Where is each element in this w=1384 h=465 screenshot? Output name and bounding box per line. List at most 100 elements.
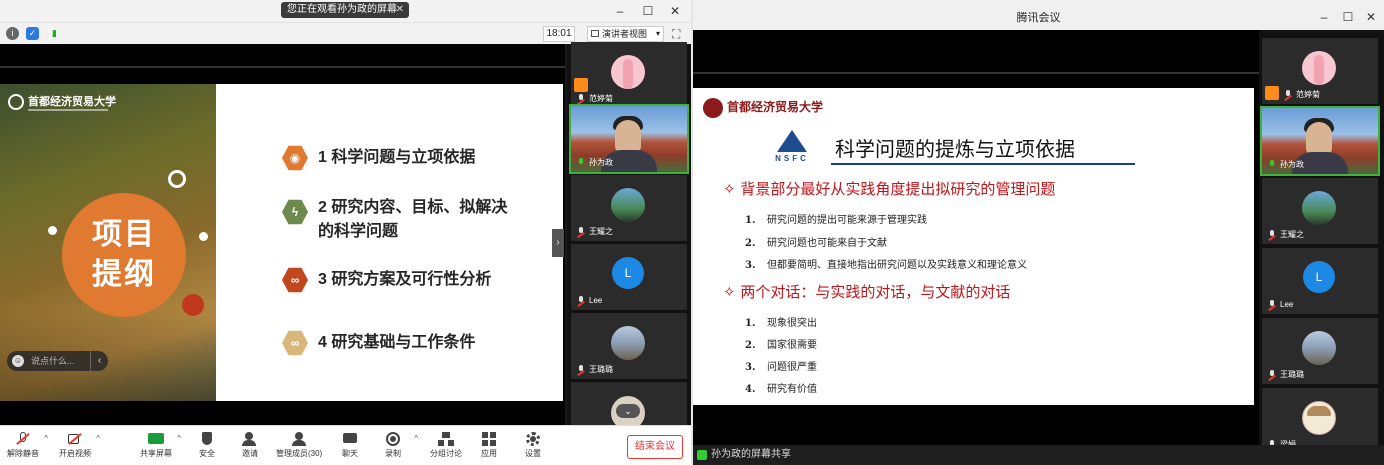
participant-tile[interactable]: 王耀之 xyxy=(571,175,687,241)
invite-button[interactable]: 邀请 xyxy=(227,431,273,465)
decor-dot-red xyxy=(182,294,204,316)
participant-tile-active[interactable]: 孙为政 xyxy=(1260,106,1380,176)
end-meeting-button[interactable]: 结束会议 xyxy=(627,435,683,459)
avatar-cartoon xyxy=(1302,401,1336,435)
slide-title: 科学问题的提炼与立项依据 xyxy=(835,137,1075,161)
shield-icon[interactable]: ✓ xyxy=(26,27,39,40)
chevron-up-icon[interactable]: ^ xyxy=(414,434,418,443)
maximize-icon[interactable]: ☐ xyxy=(1339,9,1357,25)
participant-tile[interactable]: ⌄ xyxy=(571,382,687,425)
mic-muted-icon xyxy=(1268,370,1276,379)
avatar xyxy=(1302,51,1336,85)
invite-icon xyxy=(242,432,258,446)
manage-members-button[interactable]: 管理成员(30) xyxy=(276,431,322,465)
participant-tile[interactable]: 范婷菊 xyxy=(1262,38,1378,104)
apps-button[interactable]: 应用 xyxy=(466,431,512,465)
outline-item-text: 4 研究基础与工作条件 xyxy=(318,334,476,351)
mic-muted-icon xyxy=(577,296,585,305)
participant-tile-active[interactable]: 孙为政 xyxy=(569,104,689,174)
section-item: 1. 现象很突出 xyxy=(745,318,817,329)
meeting-info-bar: i ✓ ▮ 18:01 演讲者视图 ▾ ⛶ xyxy=(0,22,691,44)
mic-on-icon xyxy=(697,450,707,460)
share-screen-icon xyxy=(148,432,164,446)
security-button[interactable]: 安全 xyxy=(184,431,230,465)
chevron-up-icon[interactable]: ^ xyxy=(96,434,100,443)
apps-icon xyxy=(481,432,497,446)
emoji-icon[interactable]: ☺ xyxy=(12,355,24,367)
participant-name: 孙为政 xyxy=(577,156,613,169)
participant-tile[interactable]: L Lee xyxy=(571,244,687,310)
avatar xyxy=(611,326,645,360)
participant-tile[interactable]: 王耀之 xyxy=(1262,178,1378,244)
participant-tile[interactable]: 范婷菊 xyxy=(571,42,687,108)
chevron-up-icon[interactable]: ^ xyxy=(44,434,48,443)
section-item: 2. 国家很需要 xyxy=(745,340,817,351)
section-item: 3. 但都要简明、直接地指出研究问题以及实践意义和理论意义 xyxy=(745,260,1027,271)
fullscreen-icon[interactable]: ⛶ xyxy=(672,27,680,42)
participant-tile[interactable]: L Lee xyxy=(1262,248,1378,314)
participant-name: 范婷菊 xyxy=(577,92,613,105)
mic-muted-icon xyxy=(577,94,585,103)
avatar xyxy=(1302,331,1336,365)
title-underline xyxy=(831,163,1135,165)
screen-share-status: 孙为政的屏幕共享 xyxy=(693,445,1384,465)
section-item: 1. 研究问题的提出可能来源于管理实践 xyxy=(745,215,927,226)
chevron-down-icon: ▾ xyxy=(655,29,660,38)
shield-icon xyxy=(199,432,215,446)
avatar xyxy=(1302,191,1336,225)
outline-badge-line1: 项目 xyxy=(92,218,156,251)
breakout-rooms-button[interactable]: 分组讨论 xyxy=(423,431,469,465)
breakout-icon xyxy=(438,432,454,446)
chevron-up-icon[interactable]: ^ xyxy=(177,434,181,443)
view-layout-icon xyxy=(591,30,599,37)
minimize-icon[interactable]: – xyxy=(611,3,629,19)
network-signal-icon[interactable]: ▮ xyxy=(48,27,61,40)
shared-slide: 首都经济贸易大学 项目 提纲 ☺ 说点什么... ‹ ◉ 1 科学问题与立项依据… xyxy=(0,84,563,401)
person-face xyxy=(615,120,641,154)
unmute-button[interactable]: 解除静音 ^ xyxy=(0,431,48,465)
view-mode-dropdown[interactable]: 演讲者视图 ▾ xyxy=(587,26,664,42)
members-icon xyxy=(291,432,307,446)
scroll-down-icon[interactable]: ⌄ xyxy=(616,404,640,418)
chat-icon xyxy=(342,432,358,446)
share-top-rule xyxy=(0,66,565,68)
settings-icon xyxy=(525,432,541,446)
minimize-icon[interactable]: – xyxy=(1315,9,1333,25)
meeting-timer: 18:01 xyxy=(543,26,575,42)
decor-dot xyxy=(199,232,208,241)
mic-muted-icon xyxy=(577,365,585,374)
share-top-rule xyxy=(693,72,1259,74)
participant-tile[interactable]: 王璐璐 xyxy=(1262,318,1378,384)
participant-name: 王耀之 xyxy=(1268,228,1304,241)
settings-button[interactable]: 设置 xyxy=(510,431,556,465)
meeting-toolbar: 解除静音 ^ 开启视频 ^ 共享屏幕 ^ 安全 邀请 管理成员(30) 聊天 录… xyxy=(0,425,691,465)
participant-name: Lee xyxy=(577,294,602,307)
record-button[interactable]: 录制 ^ xyxy=(370,431,418,465)
start-video-button[interactable]: 开启视频 ^ xyxy=(52,431,100,465)
right-meeting-window: 腾讯会议 – ☐ ✕ 首都经济贸易大学 NSFC 科学问题的提炼与立项依据 ✧ … xyxy=(693,0,1384,465)
participant-tile[interactable]: 王璐璐 xyxy=(571,313,687,379)
signal-icon: ◉ xyxy=(282,145,308,171)
shared-screen-area: 首都经济贸易大学 NSFC 科学问题的提炼与立项依据 ✧ 背景部分最好从实践角度… xyxy=(693,30,1259,445)
close-icon[interactable]: ✕ xyxy=(666,3,684,19)
mic-on-icon xyxy=(1268,160,1276,169)
chevron-left-icon[interactable]: ‹ xyxy=(90,351,108,371)
view-mode-label: 演讲者视图 xyxy=(602,29,648,39)
share-screen-button[interactable]: 共享屏幕 ^ xyxy=(133,431,181,465)
section-heading: ✧ 背景部分最好从实践角度提出拟研究的管理问题 xyxy=(723,180,1056,198)
close-icon[interactable]: ✕ xyxy=(1362,9,1380,25)
collapse-panel-icon[interactable]: › xyxy=(552,229,564,257)
avatar-initial: L xyxy=(612,257,644,289)
window-title: 腾讯会议 xyxy=(1016,12,1061,24)
chat-input-pill[interactable]: ☺ 说点什么... ‹ xyxy=(7,351,108,371)
mic-muted-icon xyxy=(1268,230,1276,239)
chat-button[interactable]: 聊天 xyxy=(327,431,373,465)
info-icon[interactable]: i xyxy=(6,27,19,40)
maximize-icon[interactable]: ☐ xyxy=(639,3,657,19)
avatar-initial: L xyxy=(1303,261,1335,293)
participant-strip: 范婷菊 孙为政 王耀之 L Lee 王璐璐 ⌄ xyxy=(567,42,691,425)
mic-muted-icon xyxy=(1284,90,1292,99)
banner-close-icon[interactable]: ✕ xyxy=(396,2,404,18)
outline-badge: 项目 提纲 xyxy=(62,193,186,317)
viewing-screen-banner[interactable]: 您正在观看孙为政的屏幕 ✕ xyxy=(281,2,409,18)
